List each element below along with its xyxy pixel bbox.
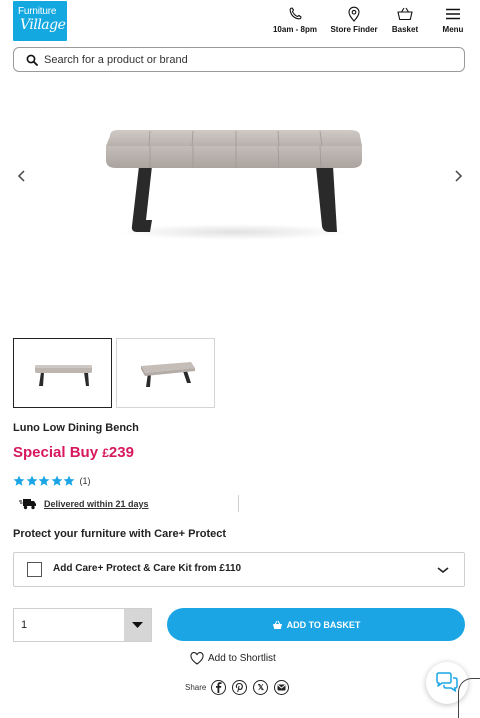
email-icon[interactable] [274,679,290,695]
scroll-corner-indicator [458,678,480,718]
thumbnail-2[interactable] [116,338,215,408]
furniture-village-logo[interactable]: Furniture Village [13,1,67,41]
delivery-truck-icon [19,499,36,510]
star-icon [38,475,50,486]
care-heading: Protect your furniture with Care+ Protec… [13,528,227,540]
add-to-basket-label: ADD TO BASKET [286,619,361,630]
hamburger-menu-icon [446,8,460,20]
info-divider [238,495,239,512]
star-icon [13,475,25,486]
chevron-right-icon[interactable] [448,166,468,186]
price-currency: £ [102,446,109,460]
share-bar: Share 𝕏 [185,679,295,695]
logo-line-2: Village [20,17,66,33]
add-to-shortlist-button[interactable]: Add to Shortlist [190,650,276,666]
thumbnail-2-image [141,362,195,387]
chevron-left-icon[interactable] [12,166,32,186]
care-protect-label: Add Care+ Protect & Care Kit from £110 [53,563,242,574]
heart-icon [190,651,204,665]
site-header: Furniture Village 10am - 8pm Store Finde… [0,0,480,44]
product-main-image [106,130,362,240]
delivery-info[interactable]: Delivered within 21 days [19,496,149,512]
logo-line-1: Furniture [18,6,57,17]
menu-label: Menu [442,25,464,34]
chat-bubbles-icon [436,672,458,692]
product-title: Luno Low Dining Bench [13,422,139,434]
share-label: Share [185,682,207,692]
price-value: 239 [108,444,134,461]
quantity-value: 1 [21,619,28,631]
product-price: Special Buy £239 [13,444,134,461]
star-icon [26,475,37,486]
chevron-down-icon[interactable] [436,563,450,577]
menu-button[interactable]: Menu [438,6,468,34]
star-icon [51,475,62,486]
x-twitter-icon[interactable]: 𝕏 [253,679,269,695]
store-finder-label: Store Finder [330,25,378,34]
phone-hours-link[interactable]: 10am - 8pm [269,6,321,34]
quantity-select[interactable]: 1 [13,608,152,642]
product-image-carousel[interactable] [0,80,480,325]
map-pin-icon [348,6,360,22]
search-bar[interactable] [13,47,465,72]
phone-icon [289,7,302,20]
basket-icon [397,7,413,21]
care-protect-checkbox[interactable] [27,562,42,577]
basket-link[interactable]: Basket [387,6,423,34]
pinterest-icon[interactable] [232,679,248,695]
shortlist-label: Add to Shortlist [208,652,276,664]
caret-down-icon [132,622,143,628]
add-to-basket-button[interactable]: ADD TO BASKET [167,608,465,641]
store-finder-link[interactable]: Store Finder [327,6,381,34]
thumbnail-1-image [35,365,92,386]
product-rating[interactable]: (1) [13,474,91,488]
facebook-icon[interactable] [211,679,227,695]
quantity-dropdown-button[interactable] [124,609,151,641]
basket-icon [272,620,282,629]
search-input[interactable] [44,51,444,68]
search-icon [26,54,38,66]
care-protect-option[interactable]: Add Care+ Protect & Care Kit from £110 [13,552,465,587]
price-prefix: Special Buy [13,444,103,461]
rating-count: (1) [79,476,91,486]
thumbnail-1[interactable] [13,338,112,408]
delivery-text[interactable]: Delivered within 21 days [44,499,149,509]
basket-label: Basket [391,25,419,34]
rating-stars [13,475,76,487]
star-icon [63,475,75,486]
phone-hours-label: 10am - 8pm [272,25,318,34]
